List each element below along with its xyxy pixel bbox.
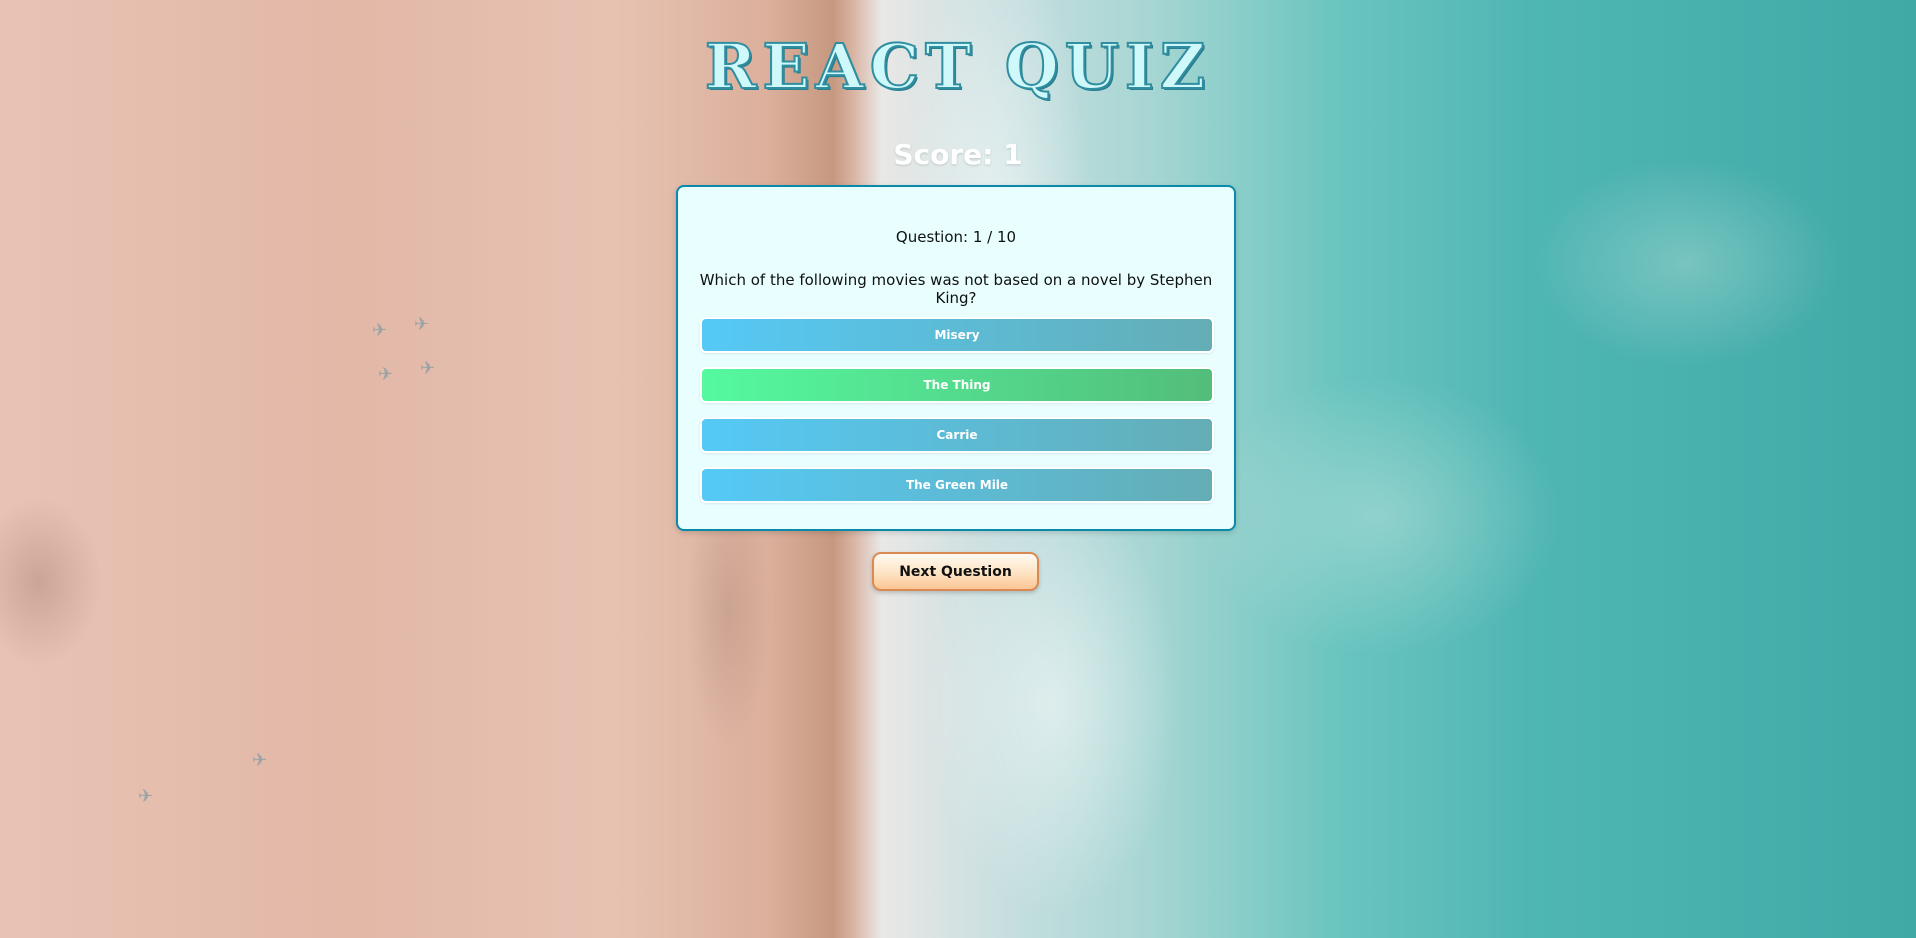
bird-icon: ✈	[414, 314, 430, 335]
answer-button-the-green-mile[interactable]: The Green Mile	[700, 467, 1214, 503]
answer-button-misery[interactable]: Misery	[700, 317, 1214, 353]
question-card: Question: 1 / 10 Which of the following …	[676, 185, 1236, 531]
answer-list: Misery The Thing Carrie The Green Mile	[700, 317, 1214, 517]
question-text: Which of the following movies was not ba…	[699, 271, 1213, 307]
bird-icon: ✈	[138, 786, 154, 807]
answer-button-the-thing[interactable]: The Thing	[700, 367, 1214, 403]
bird-icon: ✈	[252, 750, 268, 771]
answer-button-carrie[interactable]: Carrie	[700, 417, 1214, 453]
app-title: REACT QUIZ	[704, 29, 1212, 104]
score-display: Score: 1	[893, 138, 1023, 171]
question-counter: Question: 1 / 10	[895, 228, 1017, 246]
bird-icon: ✈	[420, 358, 436, 379]
next-question-button[interactable]: Next Question	[872, 552, 1039, 591]
bird-icon: ✈	[372, 320, 388, 341]
bird-icon: ✈	[378, 364, 394, 385]
